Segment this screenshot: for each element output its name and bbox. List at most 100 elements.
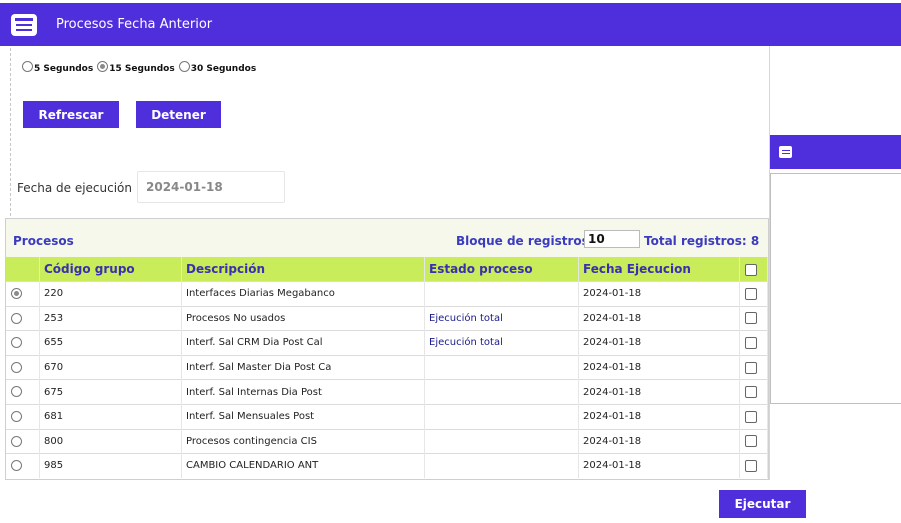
- radio-label-15: 15 Segundos: [109, 63, 175, 74]
- column-fecha[interactable]: Fecha Ejecucion: [578, 257, 740, 282]
- row-radio[interactable]: [11, 386, 22, 398]
- cell-fecha: 2024-01-18: [578, 428, 740, 454]
- row-radio[interactable]: [11, 312, 22, 324]
- row-radio[interactable]: [11, 288, 22, 300]
- table-row[interactable]: 675 Interf. Sal Internas Dia Post 2024-01-…: [6, 379, 768, 405]
- cell-fecha: 2024-01-18: [578, 281, 740, 307]
- row-checkbox-cell: [739, 379, 768, 405]
- row-checkbox[interactable]: [745, 336, 757, 349]
- table-row[interactable]: 985 CAMBIO CALENDARIO ANT 2024-01-18: [6, 453, 768, 478]
- table-row[interactable]: 655 Interf. Sal CRM Dia Post Cal Ejecución…: [6, 330, 768, 356]
- cell-estado: [424, 379, 579, 405]
- cell-codigo: 985: [39, 453, 182, 478]
- total-registros: Total registros: 8: [644, 234, 760, 248]
- row-checkbox[interactable]: [745, 287, 757, 300]
- cell-descripcion: Procesos contingencia CIS: [181, 428, 425, 454]
- bloque-input[interactable]: 10: [584, 230, 640, 248]
- table-row[interactable]: 670 Interf. Sal Master Dia Post Ca 2024-01…: [6, 354, 768, 380]
- side-panel-icon: [779, 146, 792, 158]
- column-descripcion[interactable]: Descripción: [181, 257, 425, 282]
- procesos-header: Procesos Bloque de registros: 10 Total r…: [6, 219, 768, 259]
- cell-estado: [424, 428, 579, 454]
- title-bar: Procesos Fecha Anterior: [0, 3, 901, 46]
- row-select-cell: [6, 453, 40, 478]
- radio-5-segundos[interactable]: [22, 61, 33, 72]
- cell-codigo: 800: [39, 428, 182, 454]
- row-radio[interactable]: [11, 361, 22, 373]
- procesos-panel: Procesos Bloque de registros: 10 Total r…: [5, 218, 769, 480]
- row-select-cell: [6, 281, 40, 307]
- cell-estado: [424, 281, 579, 307]
- row-checkbox[interactable]: [745, 459, 757, 472]
- select-all-checkbox[interactable]: [745, 263, 757, 276]
- window-title: Procesos Fecha Anterior: [56, 17, 213, 32]
- cell-estado: Ejecución total: [424, 305, 579, 331]
- cell-estado: [424, 403, 579, 430]
- cell-codigo: 220: [39, 281, 182, 307]
- cell-codigo: 675: [39, 379, 182, 405]
- cell-descripcion: CAMBIO CALENDARIO ANT: [181, 453, 425, 478]
- cell-codigo: 681: [39, 403, 182, 430]
- section-divider: [10, 48, 11, 216]
- cell-fecha: 2024-01-18: [578, 403, 740, 430]
- row-select-cell: [6, 354, 40, 380]
- cell-fecha: 2024-01-18: [578, 354, 740, 380]
- row-select-cell: [6, 428, 40, 454]
- row-checkbox-cell: [739, 428, 768, 454]
- refresh-interval-group: 5 Segundos 15 Segundos 30 Segundos: [22, 61, 260, 74]
- select-all-header: [739, 257, 768, 282]
- row-checkbox-cell: [739, 403, 768, 430]
- cell-codigo: 670: [39, 354, 182, 380]
- row-radio[interactable]: [11, 411, 22, 423]
- select-column-header: [6, 257, 40, 282]
- table-row[interactable]: 681 Interf. Sal Mensuales Post 2024-01-18: [6, 403, 768, 430]
- row-select-cell: [6, 330, 40, 356]
- column-estado[interactable]: Estado proceso: [424, 257, 579, 282]
- column-codigo[interactable]: Código grupo: [39, 257, 182, 282]
- row-radio[interactable]: [11, 337, 22, 349]
- cell-codigo: 253: [39, 305, 182, 331]
- table-header-row: Código grupo Descripción Estado proceso …: [6, 257, 768, 282]
- cell-codigo: 655: [39, 330, 182, 356]
- row-checkbox-cell: [739, 354, 768, 380]
- cell-descripcion: Interf. Sal Internas Dia Post: [181, 379, 425, 405]
- row-checkbox-cell: [739, 305, 768, 331]
- table-row[interactable]: 220 Interfaces Diarias Megabanco 2024-01-1…: [6, 281, 768, 307]
- cell-estado: [424, 453, 579, 478]
- row-checkbox[interactable]: [745, 312, 757, 325]
- cell-descripcion: Interf. Sal Master Dia Post Ca: [181, 354, 425, 380]
- radio-15-segundos[interactable]: [97, 61, 109, 72]
- cell-descripcion: Procesos No usados: [181, 305, 425, 331]
- execute-button[interactable]: Ejecutar: [719, 490, 806, 518]
- cell-descripcion: Interfaces Diarias Megabanco: [181, 281, 425, 307]
- row-checkbox-cell: [739, 281, 768, 307]
- row-select-cell: [6, 403, 40, 430]
- row-radio[interactable]: [11, 435, 22, 447]
- cell-descripcion: Interf. Sal CRM Dia Post Cal: [181, 330, 425, 356]
- fecha-input[interactable]: 2024-01-18: [137, 171, 285, 203]
- cell-fecha: 2024-01-18: [578, 453, 740, 478]
- row-select-cell: [6, 379, 40, 405]
- radio-label-30: 30 Segundos: [190, 63, 257, 74]
- row-radio[interactable]: [11, 460, 22, 472]
- procesos-title: Procesos: [13, 234, 74, 248]
- radio-30-segundos[interactable]: [178, 61, 190, 72]
- row-checkbox-cell: [739, 453, 768, 478]
- row-checkbox[interactable]: [745, 386, 757, 399]
- row-select-cell: [6, 305, 40, 331]
- refresh-button[interactable]: Refrescar: [23, 101, 119, 128]
- row-checkbox-cell: [739, 330, 768, 356]
- cell-estado: Ejecución total: [424, 330, 579, 356]
- row-checkbox[interactable]: [745, 361, 757, 374]
- table-row[interactable]: 253 Procesos No usados Ejecución total 2024…: [6, 305, 768, 331]
- cell-estado: [424, 354, 579, 380]
- cell-fecha: 2024-01-18: [578, 330, 740, 356]
- fecha-label: Fecha de ejecución: [17, 181, 132, 195]
- window-icon: [11, 13, 37, 36]
- table-row[interactable]: 800 Procesos contingencia CIS 2024-01-18: [6, 428, 768, 454]
- bloque-label: Bloque de registros:: [456, 234, 594, 248]
- stop-button[interactable]: Detener: [136, 101, 221, 128]
- cell-fecha: 2024-01-18: [578, 305, 740, 331]
- row-checkbox[interactable]: [745, 410, 757, 423]
- row-checkbox[interactable]: [745, 435, 757, 448]
